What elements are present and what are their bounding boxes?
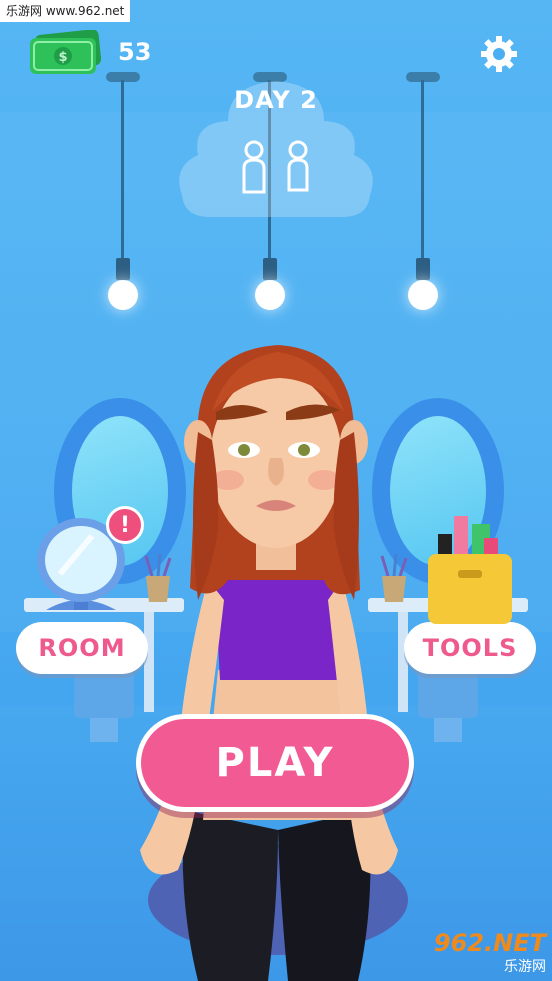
- tools-button[interactable]: TOOLS: [404, 622, 536, 674]
- watermark-brand: 962.NET: [433, 929, 546, 957]
- gear-icon[interactable]: [479, 34, 519, 74]
- watermark-bottom: 962.NET 乐游网: [412, 930, 546, 976]
- room-button-label: ROOM: [38, 634, 126, 662]
- customer-icon-1: [242, 140, 266, 194]
- play-button-label: PLAY: [215, 740, 335, 786]
- game-screen: ROOM ! TOOLS DAY 2 $ 53 PLAY 乐游网 www.962…: [0, 0, 552, 981]
- room-alert-text: !: [119, 512, 131, 538]
- watermark-top: 乐游网 www.962.net: [0, 0, 131, 22]
- play-button[interactable]: PLAY: [136, 714, 414, 812]
- day-label: DAY 2: [234, 86, 318, 114]
- hanging-lamp-right: [406, 72, 440, 317]
- customer-icon-2: [287, 140, 309, 192]
- hanging-lamp-left: [106, 72, 140, 317]
- watermark-sub: 乐游网: [504, 959, 546, 975]
- cash-count: 53: [118, 38, 152, 66]
- svg-text:$: $: [58, 50, 67, 65]
- makeup-box-icon[interactable]: [424, 510, 516, 628]
- room-alert-badge: !: [106, 506, 144, 544]
- tools-button-label: TOOLS: [422, 634, 518, 662]
- customer-character: [140, 345, 408, 981]
- cash-icon: $: [30, 30, 102, 74]
